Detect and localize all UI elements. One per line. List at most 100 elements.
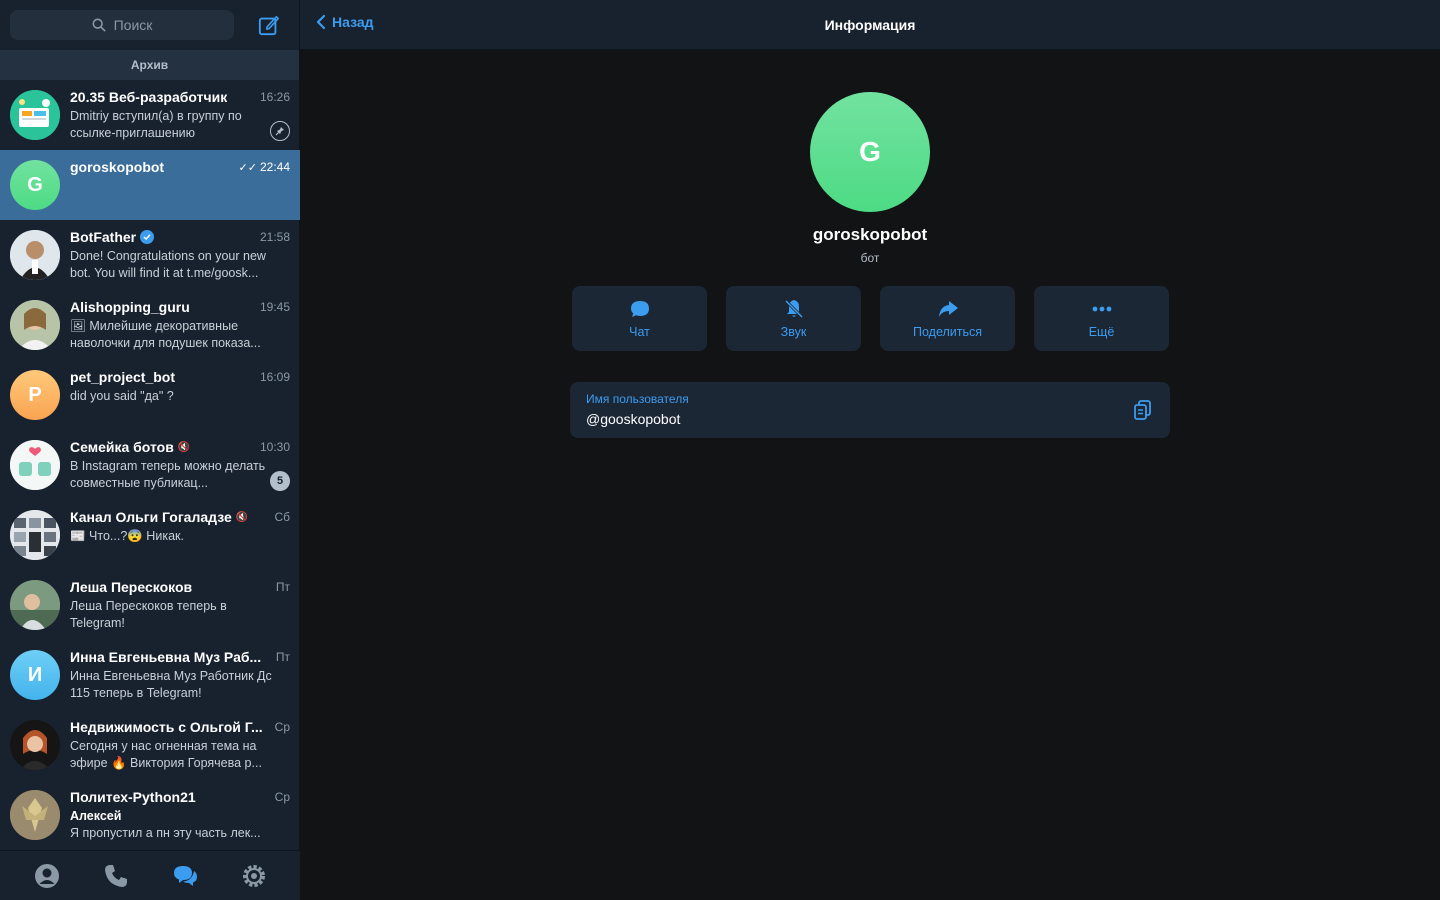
chat-item[interactable]: Alishopping_guru 19:45 🖼 Милейшие декорат…: [0, 290, 300, 360]
profile-actions: Чат Звук Поделиться Ещё: [572, 286, 1169, 351]
chat-time: 16:26: [259, 90, 290, 104]
chat-name: BotFather: [70, 229, 137, 245]
photo-avatar-icon: [10, 580, 60, 630]
avatar: [10, 720, 60, 770]
chat-item[interactable]: P pet_project_bot 16:09 did you said "да"…: [0, 360, 300, 430]
avatar: G: [10, 160, 60, 210]
chat-time: Ср: [274, 790, 290, 804]
chat-time: Ср: [274, 720, 290, 734]
more-button[interactable]: Ещё: [1034, 286, 1169, 351]
verified-icon: [140, 230, 155, 244]
chat-item[interactable]: Канал Ольги Гогаладзе 🔇 Сб 📰 Что...?😨 Ника…: [0, 500, 300, 570]
avatar: P: [10, 370, 60, 420]
username-card[interactable]: Имя пользователя @gooskopobot: [570, 382, 1170, 438]
chat-preview: did you said "да" ?: [70, 389, 174, 403]
chat-time: Пт: [275, 580, 290, 594]
bots-avatar-icon: [10, 440, 60, 490]
chat-name: Недвижимость с Ольгой Г...: [70, 719, 263, 735]
chat-sender: Алексей: [70, 809, 122, 823]
action-label: Звук: [780, 325, 807, 339]
search-input[interactable]: Поиск: [10, 10, 234, 40]
chat-name: Леша Перескоков: [70, 579, 193, 595]
avatar: [10, 300, 60, 350]
photo-avatar-icon: [10, 720, 60, 770]
search-icon: [92, 18, 106, 32]
username-label: Имя пользователя: [586, 392, 689, 406]
chat-item[interactable]: Семейка ботов 🔇 10:30 В Instagram теперь м…: [0, 430, 300, 500]
archive-row[interactable]: Архив: [0, 50, 299, 80]
action-label: Ещё: [1088, 325, 1115, 339]
pin-icon: [270, 121, 290, 141]
chat-time: 16:09: [259, 370, 290, 384]
contacts-icon[interactable]: [33, 862, 61, 890]
chat-preview: 🖼 Милейшие декоративные наволочки для по…: [70, 319, 261, 350]
chat-bubble-icon: [630, 301, 649, 317]
chat-name: Политех-Python21: [70, 789, 196, 805]
chat-item[interactable]: Недвижимость с Ольгой Г... Ср Сегодня у н…: [0, 710, 300, 780]
avatar-letter: И: [27, 663, 43, 686]
tab-bar: [0, 850, 300, 900]
chat-preview: 📰 Что...?😨 Никак.: [70, 529, 184, 543]
avatar-letter: G: [859, 136, 881, 167]
avatar: И: [10, 650, 60, 700]
chat-time: 21:58: [259, 230, 290, 244]
chat-button[interactable]: Чат: [572, 286, 707, 351]
chat-time: Пт: [275, 650, 290, 664]
chat-time: 19:45: [259, 300, 290, 314]
chat-preview-text: Я пропустил а пн эту часть лек...: [70, 826, 261, 840]
botfather-avatar-icon: [10, 230, 60, 280]
bell-off-icon: [784, 299, 803, 319]
header: Назад Информация: [300, 0, 1440, 50]
calls-icon[interactable]: [102, 862, 130, 890]
share-button[interactable]: Поделиться: [880, 286, 1015, 351]
search-row: Поиск: [0, 0, 299, 50]
chat-name: pet_project_bot: [70, 369, 176, 385]
muted-icon: 🔇: [177, 441, 191, 453]
avatar: [10, 90, 60, 140]
chat-preview: Done! Congratulations on your new bot. Y…: [70, 249, 266, 280]
chat-preview: Сегодня у нас огненная тема на эфире 🔥 В…: [70, 739, 262, 770]
unread-count-badge: 5: [270, 471, 290, 491]
chat-list: 20.35 Веб-разработчик 16:26 Dmitriy вступ…: [0, 80, 300, 850]
avatar-letter: P: [28, 383, 42, 406]
chat-time-value: 22:44: [259, 160, 290, 174]
chat-time: ✓✓ 22:44: [233, 160, 290, 174]
settings-icon[interactable]: [240, 862, 268, 890]
chat-preview: Леша Перескоков теперь в Telegram!: [70, 599, 227, 630]
profile-avatar[interactable]: G: [810, 92, 930, 212]
chats-icon[interactable]: [171, 862, 199, 890]
profile-subtitle: бот: [860, 251, 880, 265]
username-value: @gooskopobot: [586, 411, 681, 427]
search-placeholder: Поиск: [113, 17, 153, 33]
chat-item[interactable]: И Инна Евгеньевна Муз Раб... Пт Инна Евге…: [0, 640, 300, 710]
chat-name: Инна Евгеньевна Муз Раб...: [70, 649, 262, 665]
chat-name: Канал Ольги Гогаладзе: [70, 509, 232, 525]
chat-item-active[interactable]: G goroskopobot ✓✓ 22:44: [0, 150, 300, 220]
compose-icon[interactable]: [258, 14, 280, 36]
share-arrow-icon: [938, 301, 958, 317]
chat-time: 10:30: [259, 440, 290, 454]
chat-item[interactable]: Политех-Python21 Ср Алексей Я пропустил а …: [0, 780, 300, 850]
sound-button[interactable]: Звук: [726, 286, 861, 351]
chat-item[interactable]: 20.35 Веб-разработчик 16:26 Dmitriy вступ…: [0, 80, 300, 150]
chat-preview: В Instagram теперь можно делать совместн…: [70, 459, 266, 490]
chat-name: 20.35 Веб-разработчик: [70, 89, 228, 105]
chat-item[interactable]: BotFather 21:58 Done! Congratulations on …: [0, 220, 300, 290]
chat-name: Alishopping_guru: [70, 299, 190, 315]
chat-preview: Dmitriy вступил(а) в группу по ссылке-пр…: [70, 109, 242, 140]
avatar: [10, 510, 60, 560]
copy-icon[interactable]: [1132, 399, 1154, 421]
chat-name: Семейка ботов: [70, 439, 174, 455]
avatar-letter: G: [27, 173, 43, 196]
chat-preview: Инна Евгеньевна Муз Работник Дс 115 тепе…: [70, 669, 272, 700]
chat-time: Сб: [274, 510, 290, 524]
collage-avatar-icon: [10, 510, 60, 560]
avatar: [10, 580, 60, 630]
more-dots-icon: [1092, 306, 1111, 312]
profile-name: goroskopobot: [812, 225, 928, 244]
chat-name: goroskopobot: [70, 159, 165, 175]
avatar: [10, 790, 60, 840]
page-title: Информация: [824, 17, 916, 33]
chat-item[interactable]: Леша Перескоков Пт Леша Перескоков теперь…: [0, 570, 300, 640]
avatar: [10, 440, 60, 490]
